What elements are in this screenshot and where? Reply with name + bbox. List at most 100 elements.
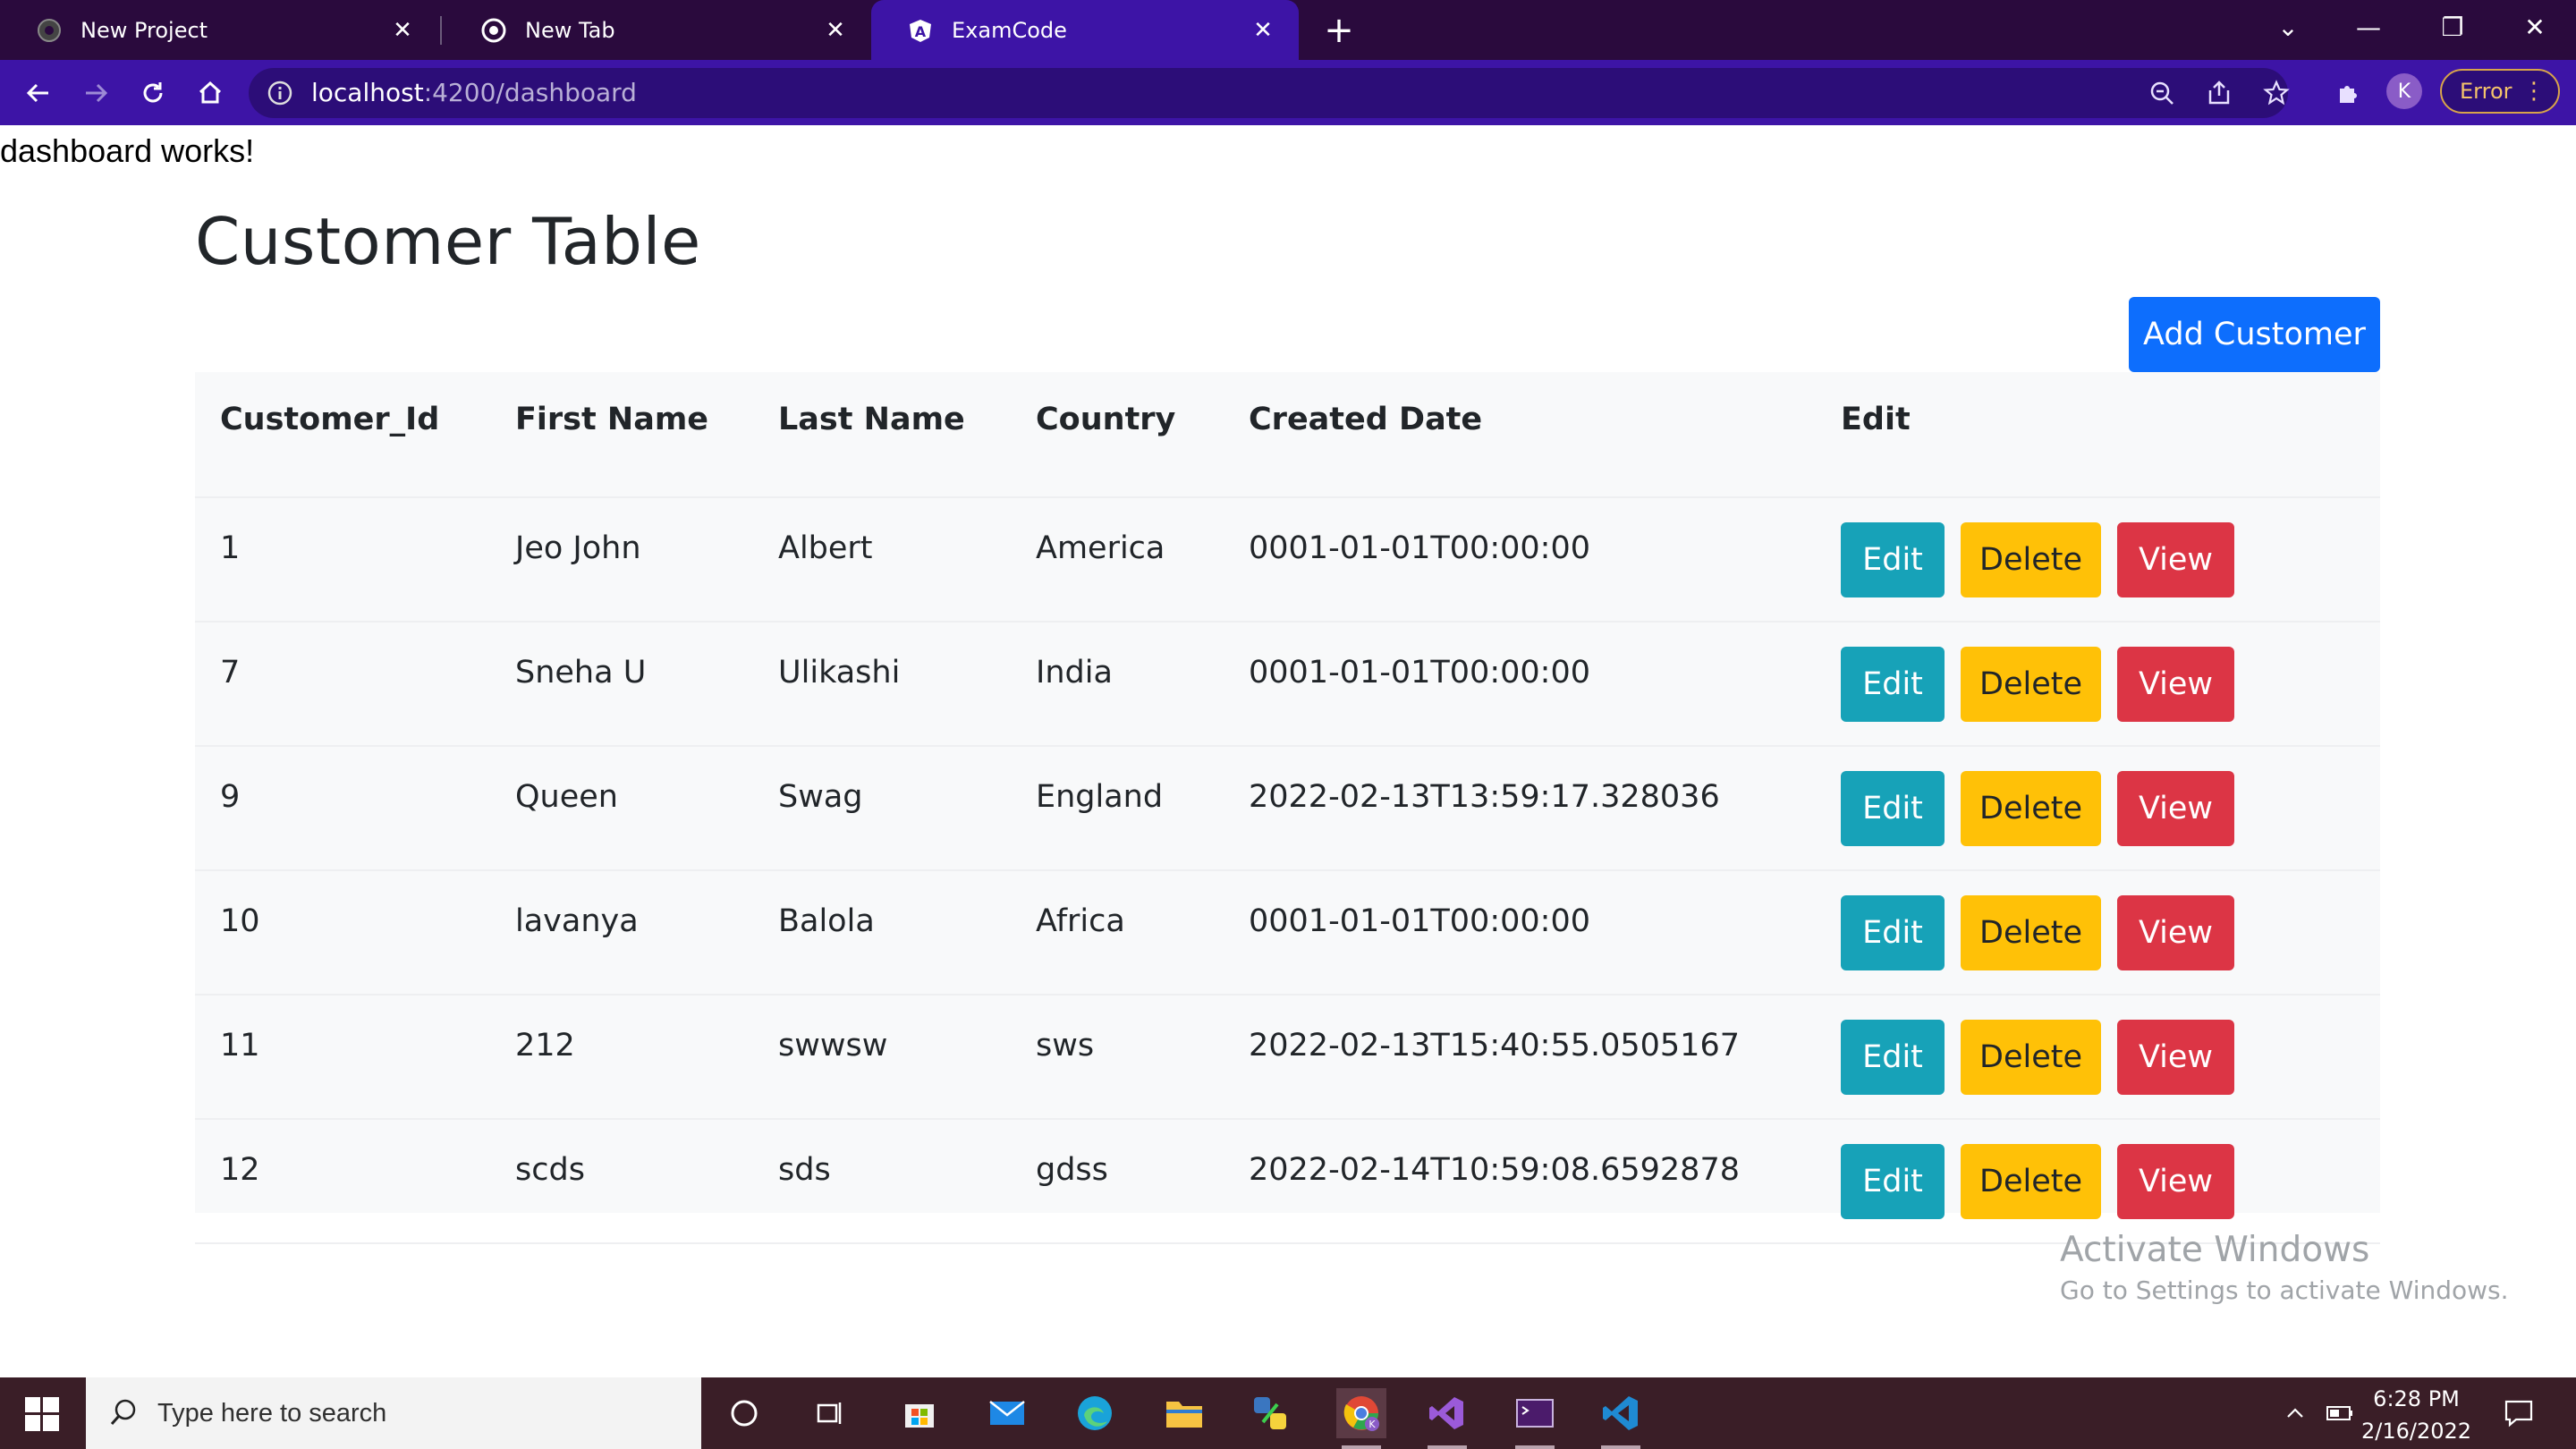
bookmark-star-icon[interactable] [2256, 72, 2297, 114]
table-row: 10 lavanya Balola Africa 0001-01-01T00:00:00… [195, 869, 2380, 996]
task-view-icon[interactable] [805, 1388, 855, 1438]
delete-button[interactable]: Delete [1961, 1144, 2101, 1219]
clock-date: 2/16/2022 [2361, 1419, 2472, 1444]
delete-button[interactable]: Delete [1961, 771, 2101, 846]
tab-search-chevron-icon[interactable]: ⌄ [2261, 0, 2315, 54]
delete-button[interactable]: Delete [1961, 522, 2101, 597]
angular-icon: A [907, 17, 934, 44]
address-bar[interactable]: localhost:4200/dashboard [249, 68, 2288, 118]
page-title: Customer Table [195, 204, 701, 279]
tab-examcode[interactable]: A ExamCode ✕ [871, 0, 1299, 60]
back-arrow-icon[interactable] [18, 72, 59, 114]
terminal-icon[interactable] [1510, 1388, 1560, 1449]
view-button[interactable]: View [2117, 1020, 2234, 1095]
profile-avatar[interactable]: K [2386, 73, 2422, 109]
close-tab-icon[interactable]: ✕ [385, 13, 420, 48]
delete-button[interactable]: Delete [1961, 647, 2101, 722]
close-window-icon[interactable]: ✕ [2508, 0, 2562, 54]
view-button[interactable]: View [2117, 522, 2234, 597]
cell-last-name: Albert [778, 530, 873, 566]
browser-tab-strip: New Project ✕ New Tab ✕ A ExamCode ✕ + ⌄… [0, 0, 2576, 60]
delete-button[interactable]: Delete [1961, 1020, 2101, 1095]
column-header-country: Country [1036, 402, 1176, 437]
chrome-taskbar-icon[interactable]: K [1336, 1388, 1386, 1449]
svg-text:A: A [915, 23, 927, 40]
view-button[interactable]: View [2117, 647, 2234, 722]
restore-icon[interactable]: ❐ [2426, 0, 2479, 54]
cell-country: Africa [1036, 903, 1125, 939]
site-info-icon[interactable] [267, 80, 293, 106]
battery-icon[interactable] [2322, 1395, 2358, 1431]
zoom-icon[interactable] [2141, 72, 2182, 114]
forward-arrow-icon[interactable] [75, 72, 116, 114]
cell-last-name: Ulikashi [778, 655, 901, 691]
cell-created-date: 0001-01-01T00:00:00 [1249, 530, 1590, 566]
close-tab-icon[interactable]: ✕ [818, 13, 853, 48]
cell-created-date: 0001-01-01T00:00:00 [1249, 903, 1590, 939]
mail-icon[interactable] [982, 1388, 1032, 1438]
edit-button[interactable]: Edit [1841, 771, 1945, 846]
watermark-title: Activate Windows [2060, 1230, 2370, 1270]
view-button[interactable]: View [2117, 1144, 2234, 1219]
url-text[interactable]: localhost:4200/dashboard [311, 68, 637, 118]
share-icon[interactable] [2199, 72, 2240, 114]
cell-created-date: 2022-02-13T13:59:17.328036 [1249, 779, 1720, 815]
svg-text:K: K [1368, 1419, 1376, 1430]
python-app-icon[interactable] [1245, 1388, 1295, 1438]
browser-toolbar: localhost:4200/dashboard [0, 60, 2576, 125]
cell-created-date: 0001-01-01T00:00:00 [1249, 655, 1590, 691]
cell-last-name: sds [778, 1152, 831, 1188]
cell-country: India [1036, 655, 1113, 691]
more-vert-icon[interactable]: ⋮ [2522, 78, 2546, 105]
table-row: 7 Sneha U Ulikashi India 0001-01-01T00:00:00… [195, 621, 2380, 747]
close-tab-icon[interactable]: ✕ [1245, 13, 1281, 48]
new-tab-plus-icon[interactable]: + [1319, 11, 1359, 50]
microsoft-store-icon[interactable] [894, 1388, 945, 1438]
vscode-icon[interactable] [1596, 1388, 1646, 1449]
taskbar-search-box[interactable]: Type here to search [86, 1377, 701, 1449]
visual-studio-icon[interactable] [1422, 1388, 1472, 1449]
view-button[interactable]: View [2117, 771, 2234, 846]
show-hidden-icons-chevron-icon[interactable] [2277, 1395, 2313, 1431]
tab-title: New Project [80, 17, 208, 43]
tab-new-project[interactable]: New Project ✕ [0, 0, 438, 60]
tab-new-tab[interactable]: New Tab ✕ [445, 0, 871, 60]
edge-browser-icon[interactable] [1070, 1388, 1120, 1438]
reload-icon[interactable] [132, 72, 174, 114]
cell-country: sws [1036, 1028, 1095, 1063]
cortana-icon[interactable] [719, 1388, 769, 1438]
cell-customer-id: 7 [220, 655, 241, 691]
table-row: 9 Queen Swag England 2022-02-13T13:59:17.328… [195, 745, 2380, 871]
cell-created-date: 2022-02-14T10:59:08.6592878 [1249, 1152, 1740, 1188]
edit-button[interactable]: Edit [1841, 522, 1945, 597]
cell-customer-id: 12 [220, 1152, 260, 1188]
watermark-subtitle: Go to Settings to activate Windows. [2060, 1275, 2509, 1305]
github-icon [36, 17, 63, 44]
file-explorer-icon[interactable] [1159, 1388, 1209, 1438]
cell-customer-id: 9 [220, 779, 241, 815]
edit-button[interactable]: Edit [1841, 1144, 1945, 1219]
cell-last-name: swwsw [778, 1028, 888, 1063]
extensions-puzzle-icon[interactable] [2327, 72, 2368, 114]
browser-error-chip[interactable]: Error ⋮ [2440, 69, 2560, 114]
dashboard-status-text: dashboard works! [0, 132, 255, 169]
cell-last-name: Balola [778, 903, 875, 939]
edit-button[interactable]: Edit [1841, 1020, 1945, 1095]
taskbar-clock[interactable]: 6:28 PM 2/16/2022 [2361, 1383, 2471, 1447]
activate-windows-watermark: Activate Windows Go to Settings to activ… [2060, 1230, 2509, 1305]
column-header-first-name: First Name [515, 402, 709, 437]
url-host: localhost [311, 78, 424, 107]
delete-button[interactable]: Delete [1961, 895, 2101, 970]
minimize-icon[interactable]: — [2342, 0, 2395, 54]
clock-time: 6:28 PM [2373, 1386, 2460, 1411]
notifications-icon[interactable] [2501, 1395, 2537, 1431]
add-customer-button[interactable]: Add Customer [2129, 297, 2380, 372]
windows-start-icon[interactable] [25, 1397, 59, 1431]
home-icon[interactable] [190, 72, 231, 114]
view-button[interactable]: View [2117, 895, 2234, 970]
edit-button[interactable]: Edit [1841, 647, 1945, 722]
cell-customer-id: 11 [220, 1028, 260, 1063]
edit-button[interactable]: Edit [1841, 895, 1945, 970]
cell-country: America [1036, 530, 1165, 566]
table-row: 11 212 swwsw sws 2022-02-13T15:40:55.0505167… [195, 994, 2380, 1120]
